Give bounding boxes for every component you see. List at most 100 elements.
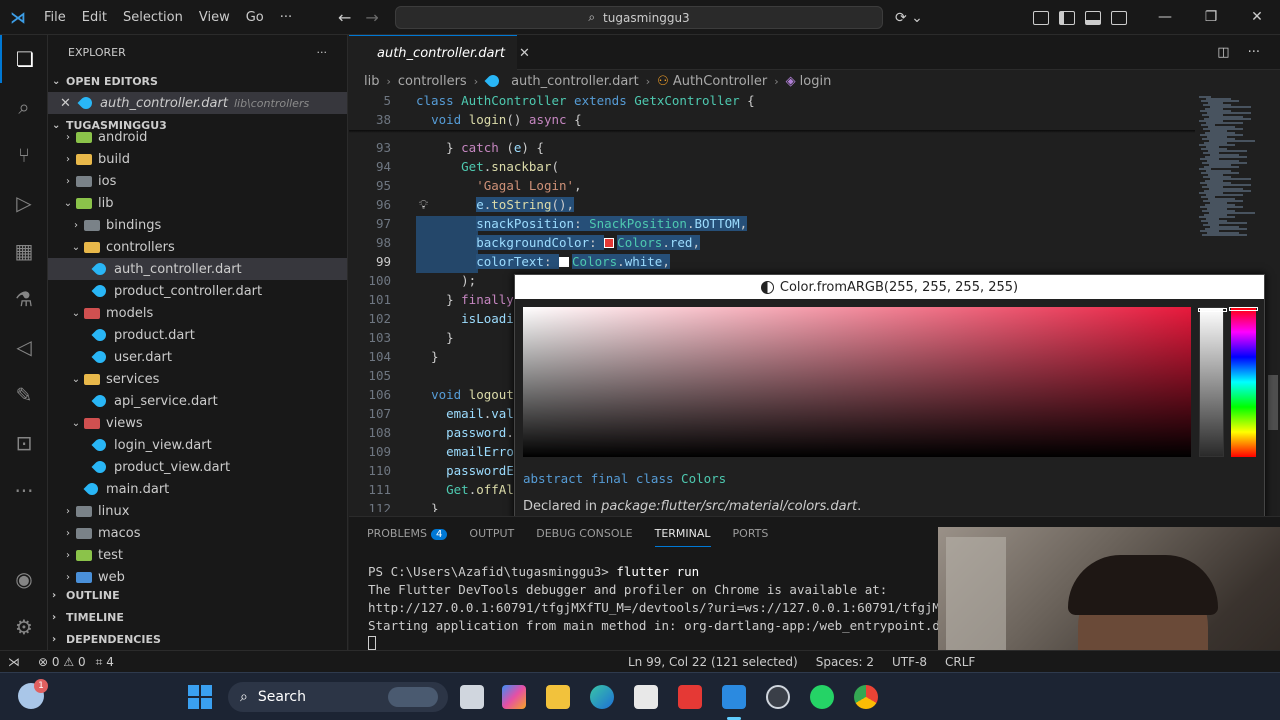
color-picker-header[interactable]: Color.fromARGB(255, 255, 255, 255)	[515, 275, 1264, 299]
toggle-sidebar-icon[interactable]	[1058, 10, 1075, 25]
code-line[interactable]: 5 class AuthController extends GetxContro…	[349, 93, 1195, 112]
tree-file[interactable]: product.dart	[48, 324, 347, 346]
tree-file[interactable]: login_view.dart	[48, 434, 347, 456]
saturation-box[interactable]	[523, 307, 1191, 457]
breadcrumb-lib[interactable]: lib	[364, 74, 379, 89]
problems-status[interactable]: ⊗ 0 ⚠ 0	[38, 655, 86, 669]
timeline-section[interactable]: › TIMELINE	[48, 606, 347, 628]
extensions-icon[interactable]: ▦	[0, 227, 48, 275]
hue-knob[interactable]	[1229, 307, 1258, 311]
tree-file[interactable]: product_controller.dart	[48, 280, 347, 302]
close-window-icon[interactable]: ✕	[1234, 0, 1280, 35]
minimize-icon[interactable]: —	[1142, 0, 1188, 35]
dependencies-section[interactable]: › DEPENDENCIES	[48, 628, 347, 650]
tree-file[interactable]: user.dart	[48, 346, 347, 368]
run-debug-icon[interactable]: ▷	[0, 179, 48, 227]
tree-folder[interactable]: ⌄ lib	[48, 192, 347, 214]
tree-folder[interactable]: › test	[48, 544, 347, 566]
tab-output[interactable]: OUTPUT	[469, 527, 514, 540]
command-center-search[interactable]: ⌕ tugasminggu3	[395, 6, 883, 29]
opacity-strip[interactable]	[1198, 307, 1227, 457]
hue-strip[interactable]	[1229, 307, 1258, 457]
opacity-knob[interactable]	[1198, 308, 1227, 312]
tab-ports[interactable]: PORTS	[733, 527, 769, 540]
close-tab-icon[interactable]: ✕	[519, 46, 530, 61]
remote-explorer-icon[interactable]: ⊡	[0, 419, 48, 467]
menu-more[interactable]: ···	[272, 0, 300, 35]
tab-debug-console[interactable]: DEBUG CONSOLE	[536, 527, 632, 540]
breadcrumb-class[interactable]: AuthController	[673, 74, 767, 89]
explorer-icon[interactable]: ❏	[0, 35, 48, 83]
color-swatch-icon[interactable]	[604, 238, 615, 248]
cursor-position[interactable]: Ln 99, Col 22 (121 selected)	[628, 655, 798, 669]
tree-folder[interactable]: › ios	[48, 170, 347, 192]
edit-pen-icon[interactable]: ✎	[0, 371, 48, 419]
copilot-app-icon[interactable]	[502, 685, 526, 709]
menu-selection[interactable]: Selection	[115, 0, 191, 35]
source-control-icon[interactable]: ⑂	[0, 131, 48, 179]
tree-folder[interactable]: › bindings	[48, 214, 347, 236]
code-line[interactable]: 96 e.toString(),	[349, 197, 1195, 216]
code-line[interactable]: 98 backgroundColor: Colors.red,	[349, 235, 1195, 254]
ports-status[interactable]: ⌗ 4	[96, 655, 114, 670]
tree-folder[interactable]: ⌄ services	[48, 368, 347, 390]
declared-path[interactable]: package:flutter/src/material/colors.dart	[601, 499, 857, 514]
open-editors-section[interactable]: ⌄ OPEN EDITORS	[48, 70, 347, 92]
menu-file[interactable]: File	[36, 0, 74, 35]
tree-folder[interactable]: ⌄ controllers	[48, 236, 347, 258]
close-editor-icon[interactable]: ✕	[60, 96, 78, 111]
file-explorer-icon[interactable]	[546, 685, 570, 709]
restore-icon[interactable]: ❐	[1188, 0, 1234, 35]
tree-file[interactable]: main.dart	[48, 478, 347, 500]
breadcrumb-file[interactable]: auth_controller.dart	[511, 74, 639, 89]
breadcrumb-method[interactable]: login	[800, 74, 832, 89]
indentation[interactable]: Spaces: 2	[816, 655, 874, 669]
tree-folder[interactable]: › macos	[48, 522, 347, 544]
microsoft-store-icon[interactable]	[634, 685, 658, 709]
editor-more-icon[interactable]: ···	[1248, 45, 1260, 60]
menu-edit[interactable]: Edit	[74, 0, 115, 35]
editor-scrollbar[interactable]	[1265, 92, 1280, 512]
taskbar-search[interactable]: ⌕ Search	[228, 682, 448, 712]
tree-file[interactable]: product_view.dart	[48, 456, 347, 478]
flutter-icon[interactable]: ◁	[0, 323, 48, 371]
copilot-icon[interactable]: ⟳ ⌄	[895, 10, 923, 26]
code-line[interactable]: 93 } catch (e) {	[349, 140, 1195, 159]
lightbulb-icon[interactable]: 💡︎	[419, 198, 428, 213]
encoding[interactable]: UTF-8	[892, 655, 927, 669]
search-view-icon[interactable]: ⌕	[0, 83, 48, 131]
code-line[interactable]: 38 void login() async {	[349, 112, 1195, 131]
edge-browser-icon[interactable]	[590, 685, 614, 709]
tree-folder[interactable]: › linux	[48, 500, 347, 522]
tree-folder[interactable]: › build	[48, 148, 347, 170]
wps-office-icon[interactable]	[678, 685, 702, 709]
weather-widget-icon[interactable]: 1	[18, 679, 48, 709]
tree-folder[interactable]: ⌄ views	[48, 412, 347, 434]
tree-folder[interactable]: ⌄ models	[48, 302, 347, 324]
settings-gear-icon[interactable]: ⚙	[0, 603, 48, 651]
forward-arrow-icon[interactable]: →	[365, 8, 378, 27]
toggle-secondary-sidebar-icon[interactable]	[1110, 10, 1127, 25]
explorer-more-icon[interactable]: ···	[317, 46, 328, 59]
chrome-icon[interactable]	[854, 685, 878, 709]
start-button-icon[interactable]	[188, 685, 212, 709]
code-line[interactable]: 95 'Gagal Login',	[349, 178, 1195, 197]
account-icon[interactable]: ◉	[0, 555, 48, 603]
toggle-panel-icon[interactable]	[1084, 10, 1101, 25]
scrollbar-thumb[interactable]	[1268, 375, 1278, 430]
more-views-icon[interactable]: ···	[0, 467, 48, 515]
breadcrumb-controllers[interactable]: controllers	[398, 74, 467, 89]
menu-go[interactable]: Go	[238, 0, 272, 35]
open-editor-item[interactable]: ✕ auth_controller.dart lib\controllers	[48, 92, 347, 114]
vscode-app-icon[interactable]	[722, 685, 746, 709]
tree-file[interactable]: api_service.dart	[48, 390, 347, 412]
testing-icon[interactable]: ⚗	[0, 275, 48, 323]
task-view-icon[interactable]	[460, 685, 484, 709]
customize-layout-icon[interactable]	[1032, 10, 1049, 25]
end-of-line[interactable]: CRLF	[945, 655, 975, 669]
menu-view[interactable]: View	[191, 0, 238, 35]
code-line[interactable]: 99 colorText: Colors.white,	[349, 254, 1195, 273]
split-editor-icon[interactable]: ◫	[1217, 45, 1229, 60]
back-arrow-icon[interactable]: ←	[338, 8, 351, 27]
code-line[interactable]: 94 Get.snackbar(	[349, 159, 1195, 178]
